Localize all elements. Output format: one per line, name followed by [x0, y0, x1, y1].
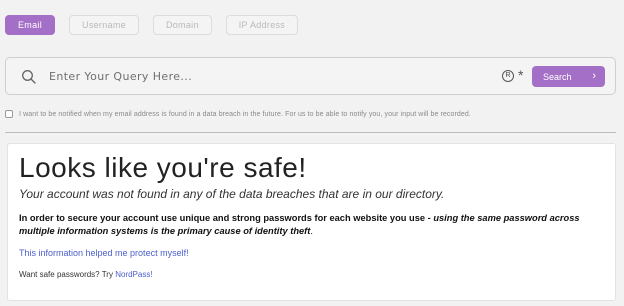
search-icon — [22, 70, 36, 84]
result-subtitle: Your account was not found in any of the… — [19, 187, 445, 201]
password-promo-text: Want safe passwords? Try — [19, 270, 116, 279]
search-button-label: Search — [543, 71, 572, 82]
tab-ip-address[interactable]: IP Address — [225, 15, 299, 35]
notify-checkbox[interactable] — [5, 110, 13, 118]
notify-option: I want to be notified when my email addr… — [5, 110, 471, 118]
asterisk-icon: * — [518, 67, 524, 83]
notify-label: I want to be notified when my email addr… — [19, 110, 471, 118]
chevron-right-icon: › — [592, 70, 596, 82]
registered-icon: R — [502, 70, 514, 82]
divider — [5, 132, 616, 133]
tab-username[interactable]: Username — [69, 15, 139, 35]
result-title: Looks like you're safe! — [19, 152, 307, 183]
tab-email[interactable]: Email — [5, 15, 56, 35]
helped-link[interactable]: This information helped me protect mysel… — [19, 248, 189, 258]
security-advice: In order to secure your account use uniq… — [19, 212, 609, 238]
search-input[interactable] — [49, 66, 489, 86]
search-bar: R * Search › — [5, 57, 616, 95]
result-card: Looks like you're safe! Your account was… — [7, 143, 616, 301]
nordpass-link[interactable]: NordPass! — [115, 270, 152, 279]
password-promo: Want safe passwords? Try NordPass! — [19, 270, 153, 279]
search-type-tabs: Email Username Domain IP Address — [5, 15, 299, 35]
advice-lead: In order to secure your account use uniq… — [19, 213, 434, 223]
tab-domain[interactable]: Domain — [152, 15, 212, 35]
search-button[interactable]: Search › — [532, 66, 605, 87]
advice-tail: . — [310, 226, 313, 236]
